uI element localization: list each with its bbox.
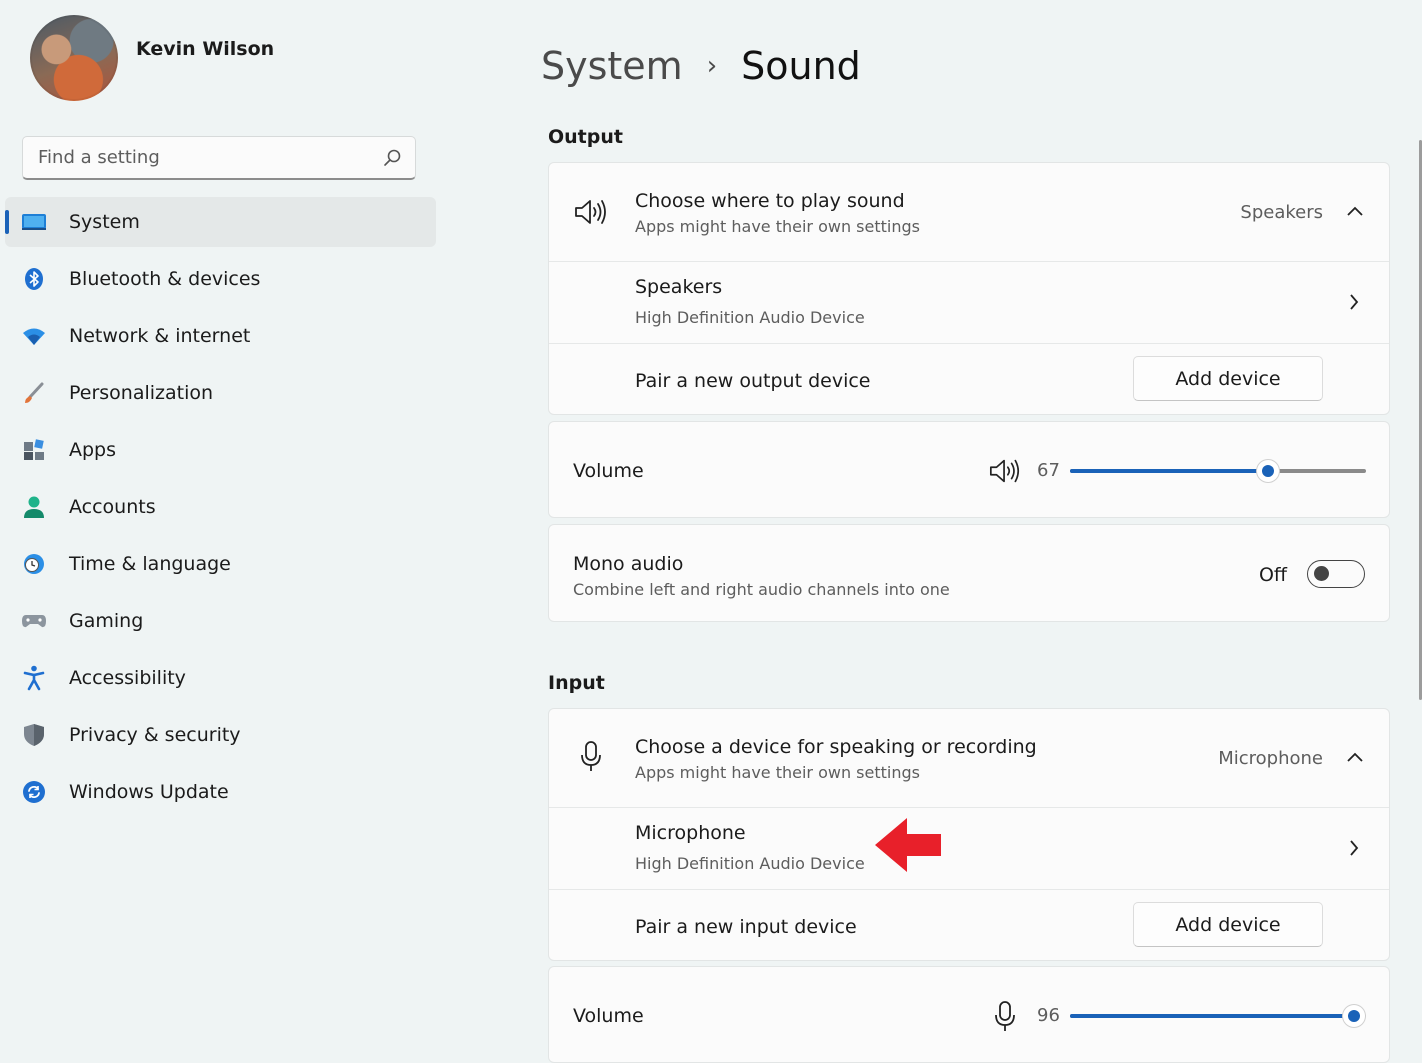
system-icon: [21, 209, 47, 235]
chevron-right-icon[interactable]: [1349, 840, 1359, 856]
choose-output-subtitle: Apps might have their own settings: [635, 217, 920, 236]
search-box[interactable]: [22, 136, 416, 180]
sidebar-item-windows-update[interactable]: Windows Update: [5, 767, 436, 817]
shield-icon: [21, 722, 47, 748]
chevron-up-icon[interactable]: [1347, 752, 1363, 762]
choose-output-title: Choose where to play sound: [635, 190, 905, 212]
output-device-name: Speakers: [635, 276, 723, 298]
speaker-icon: [575, 200, 606, 224]
pair-input-label: Pair a new input device: [635, 916, 857, 938]
pair-input-row: Pair a new input device Add device: [549, 889, 1389, 962]
input-device-description: High Definition Audio Device: [635, 854, 865, 873]
selected-output-value: Speakers: [1240, 202, 1323, 223]
breadcrumb: System › Sound: [541, 44, 861, 88]
output-volume-value: 67: [1037, 460, 1060, 481]
user-name: Kevin Wilson: [136, 38, 275, 60]
brush-icon: [21, 380, 47, 406]
output-volume-label: Volume: [573, 460, 644, 482]
breadcrumb-separator-icon: ›: [706, 51, 718, 81]
output-device-card: Choose where to play sound Apps might ha…: [548, 162, 1390, 415]
clock-globe-icon: [21, 551, 47, 577]
choose-output-row[interactable]: Choose where to play sound Apps might ha…: [549, 163, 1389, 261]
input-device-card: Choose a device for speaking or recordin…: [548, 708, 1390, 961]
input-device-microphone[interactable]: Microphone High Definition Audio Device: [549, 807, 1389, 890]
sidebar-item-label: Time & language: [69, 553, 231, 575]
sidebar-item-label: Gaming: [69, 610, 144, 632]
input-volume-card: Volume 96: [548, 966, 1390, 1063]
sidebar-item-label: Bluetooth & devices: [69, 268, 261, 290]
gamepad-icon: [21, 608, 47, 634]
output-section-label: Output: [548, 126, 623, 148]
sidebar-item-network[interactable]: Network & internet: [5, 311, 436, 361]
sidebar-item-label: Accessibility: [69, 667, 186, 689]
output-volume-card: Volume 67: [548, 421, 1390, 518]
mono-audio-title: Mono audio: [573, 553, 684, 575]
mono-audio-card: Mono audio Combine left and right audio …: [548, 524, 1390, 622]
add-output-device-button[interactable]: Add device: [1133, 356, 1323, 401]
breadcrumb-parent[interactable]: System: [541, 44, 683, 88]
mono-audio-toggle[interactable]: [1307, 560, 1365, 588]
red-arrow-icon: [875, 818, 941, 872]
pair-output-row: Pair a new output device Add device: [549, 343, 1389, 416]
input-volume-label: Volume: [573, 1005, 644, 1027]
sidebar-item-personalization[interactable]: Personalization: [5, 368, 436, 418]
output-volume-slider[interactable]: [1070, 460, 1366, 482]
input-device-name: Microphone: [635, 822, 746, 844]
input-volume-value: 96: [1037, 1005, 1060, 1026]
microphone-icon: [581, 741, 601, 771]
choose-input-row[interactable]: Choose a device for speaking or recordin…: [549, 709, 1389, 807]
sidebar-item-accounts[interactable]: Accounts: [5, 482, 436, 532]
sidebar-item-system[interactable]: System: [5, 197, 436, 247]
sidebar-item-label: Privacy & security: [69, 724, 241, 746]
toggle-knob: [1314, 566, 1329, 581]
search-input[interactable]: [23, 146, 381, 169]
mono-audio-subtitle: Combine left and right audio channels in…: [573, 580, 950, 599]
sidebar-item-apps[interactable]: Apps: [5, 425, 436, 475]
user-profile[interactable]: Kevin Wilson: [30, 15, 274, 101]
accessibility-icon: [21, 665, 47, 691]
avatar[interactable]: [30, 15, 118, 101]
input-volume-slider[interactable]: [1070, 1005, 1366, 1027]
chevron-right-icon[interactable]: [1349, 294, 1359, 310]
wifi-icon: [21, 323, 47, 349]
sidebar-item-label: System: [69, 211, 140, 233]
choose-input-title: Choose a device for speaking or recordin…: [635, 736, 1037, 758]
output-volume-thumb[interactable]: [1257, 460, 1280, 482]
sidebar-item-label: Network & internet: [69, 325, 251, 347]
input-section-label: Input: [548, 672, 605, 694]
mono-audio-state: Off: [1258, 564, 1287, 586]
output-device-speakers[interactable]: Speakers High Definition Audio Device: [549, 261, 1389, 344]
input-volume-fill: [1070, 1014, 1355, 1018]
chevron-up-icon[interactable]: [1347, 206, 1363, 216]
add-input-device-button[interactable]: Add device: [1133, 902, 1323, 947]
output-device-description: High Definition Audio Device: [635, 308, 865, 327]
sidebar-item-accessibility[interactable]: Accessibility: [5, 653, 436, 703]
sidebar-item-bluetooth[interactable]: Bluetooth & devices: [5, 254, 436, 304]
bluetooth-icon: [21, 266, 47, 292]
apps-icon: [21, 437, 47, 463]
sidebar-item-label: Apps: [69, 439, 117, 461]
sidebar-nav: System Bluetooth & devices Network & int…: [5, 197, 436, 824]
sidebar-item-time-language[interactable]: Time & language: [5, 539, 436, 589]
pair-output-label: Pair a new output device: [635, 370, 871, 392]
update-icon: [21, 779, 47, 805]
input-volume-thumb[interactable]: [1343, 1005, 1366, 1027]
selected-input-value: Microphone: [1218, 748, 1323, 769]
choose-input-subtitle: Apps might have their own settings: [635, 763, 920, 782]
microphone-icon[interactable]: [993, 1000, 1017, 1034]
search-icon[interactable]: [381, 147, 403, 169]
sidebar-item-label: Personalization: [69, 382, 214, 404]
sidebar-item-label: Accounts: [69, 496, 156, 518]
sidebar-item-gaming[interactable]: Gaming: [5, 596, 436, 646]
page-title: Sound: [741, 44, 861, 88]
accounts-icon: [21, 494, 47, 520]
speaker-icon[interactable]: [988, 457, 1022, 485]
sidebar-item-privacy-security[interactable]: Privacy & security: [5, 710, 436, 760]
sidebar-item-label: Windows Update: [69, 781, 229, 803]
output-volume-fill: [1070, 469, 1269, 473]
